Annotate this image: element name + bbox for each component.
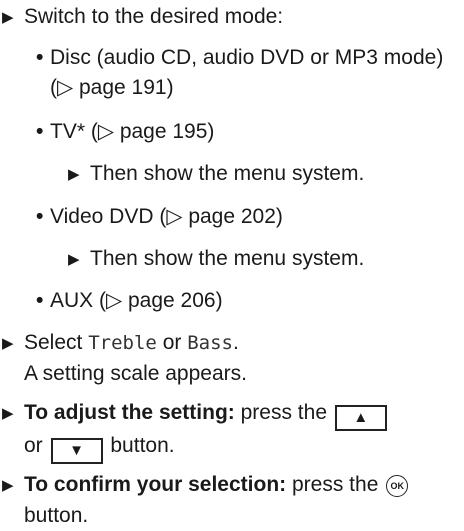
mode-tv-label: TV* (▷ page 195): [50, 120, 215, 143]
mode-aux-label: AUX (▷ page 206): [50, 289, 223, 312]
step-switch-mode: ▶ Switch to the desired mode:: [2, 2, 460, 33]
bullet-icon: •: [36, 46, 44, 69]
mode-video-substep: ▶ Then show the menu system.: [68, 244, 460, 275]
ok-button-icon: OK: [386, 475, 409, 497]
adjust-text: press the: [240, 401, 328, 424]
mode-tv-substep: ▶ Then show the menu system.: [68, 159, 460, 190]
step-arrow-icon: ▶: [2, 9, 14, 26]
step-arrow-icon: ▶: [68, 166, 80, 183]
down-button-icon: ▼: [50, 438, 103, 464]
confirm-button-text: button.: [24, 504, 89, 527]
adjust-heading: To adjust the setting:: [24, 401, 235, 424]
option-bass: Bass: [187, 332, 233, 354]
instruction-page: ▶ Switch to the desired mode: • Disc (audi…: [0, 0, 464, 527]
select-suffix: .: [233, 331, 239, 354]
step-select: ▶ Select Treble or Bass. A setting scale …: [2, 328, 460, 389]
step-confirm: ▶ To confirm your selection: press the OK…: [2, 470, 460, 531]
select-prefix: Select: [24, 331, 83, 354]
confirm-heading: To confirm your selection:: [24, 473, 287, 496]
mode-tv: • TV* (▷ page 195): [36, 117, 460, 147]
step-text: Switch to the desired mode:: [24, 5, 284, 28]
step-arrow-icon: ▶: [2, 335, 14, 352]
step-arrow-icon: ▶: [2, 405, 14, 422]
confirm-text: press the: [292, 473, 379, 496]
adjust-button-text: button.: [110, 434, 175, 457]
mode-disc-ref: (▷ page 191): [36, 73, 460, 103]
page-reference: (▷ page 191): [50, 76, 174, 99]
bullet-icon: •: [36, 120, 44, 143]
substep-text: Then show the menu system.: [90, 162, 365, 185]
mode-video-dvd: • Video DVD (▷ page 202): [36, 202, 460, 232]
up-button-icon: ▲: [334, 405, 387, 431]
mode-disc-label: Disc (audio CD, audio DVD or MP3 mode): [50, 46, 444, 69]
step-adjust: ▶ To adjust the setting: press the ▲ or ▼…: [2, 398, 460, 464]
mode-disc: • Disc (audio CD, audio DVD or MP3 mode): [36, 43, 460, 73]
step-arrow-icon: ▶: [68, 251, 80, 268]
adjust-or: or: [24, 434, 43, 457]
option-treble: Treble: [88, 332, 157, 354]
select-or: or: [162, 331, 182, 354]
adjust-continuation: or ▼ button.: [2, 431, 460, 464]
bullet-icon: •: [36, 289, 44, 312]
substep-text: Then show the menu system.: [90, 247, 365, 270]
step-arrow-icon: ▶: [2, 477, 14, 494]
select-result: A setting scale appears.: [24, 362, 247, 385]
mode-video-label: Video DVD (▷ page 202): [50, 205, 283, 228]
mode-aux: • AUX (▷ page 206): [36, 286, 460, 316]
bullet-icon: •: [36, 205, 44, 228]
